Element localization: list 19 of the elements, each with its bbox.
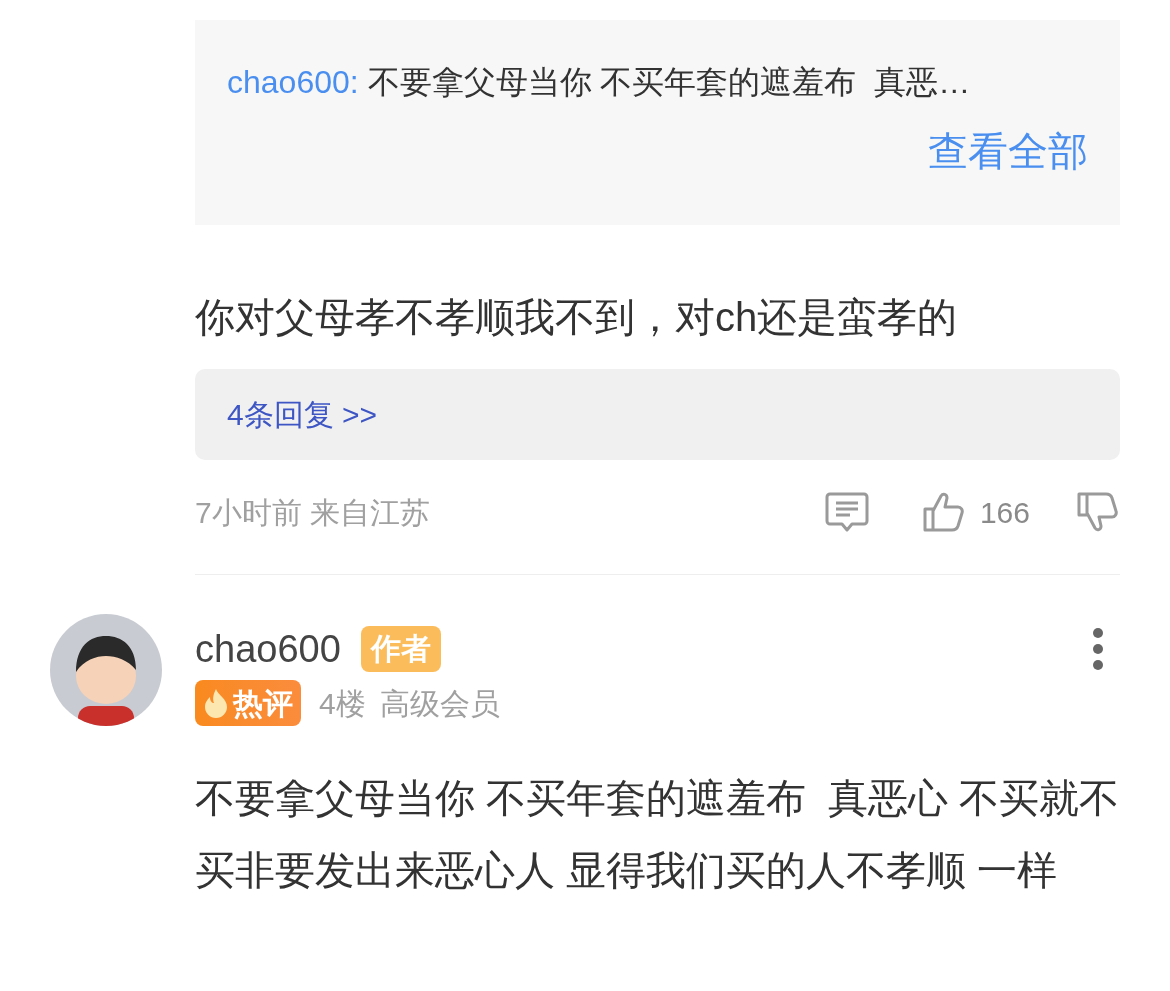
hot-comment-tag: 热评 [195, 680, 301, 726]
author-tag: 作者 [360, 626, 441, 672]
reply-author[interactable]: chao600: [227, 64, 359, 100]
flame-icon [203, 688, 229, 718]
member-level: 高级会员 [379, 685, 500, 722]
reply-text: 不要拿父母当你 不买年套的遮羞布 真恶… [367, 64, 971, 100]
comment-meta: 7小时前 来自江苏 [195, 494, 431, 531]
author-name[interactable]: chao600 [195, 620, 341, 678]
comment-icon[interactable] [823, 491, 870, 533]
thumbs-up-icon[interactable] [921, 491, 966, 533]
comment-text: 不要拿父母当你 不买年套的遮羞布 真恶心 不买就不买非要发出来恶心人 显得我们买的人不孝顺 一样 [195, 775, 1120, 894]
view-all-link[interactable]: 查看全部 [928, 126, 1088, 176]
replies-link[interactable]: 4条回复 >> [227, 392, 378, 437]
floor-number: 4楼 [319, 685, 366, 722]
more-icon[interactable] [1092, 627, 1104, 671]
thumbs-down-icon[interactable] [1076, 491, 1120, 533]
comment-text: 你对父母孝不孝顺我不到，对ch还是蛮孝的 [195, 294, 959, 341]
like-count: 166 [979, 494, 1030, 531]
replies-panel[interactable]: 4条回复 >> [195, 369, 1120, 460]
